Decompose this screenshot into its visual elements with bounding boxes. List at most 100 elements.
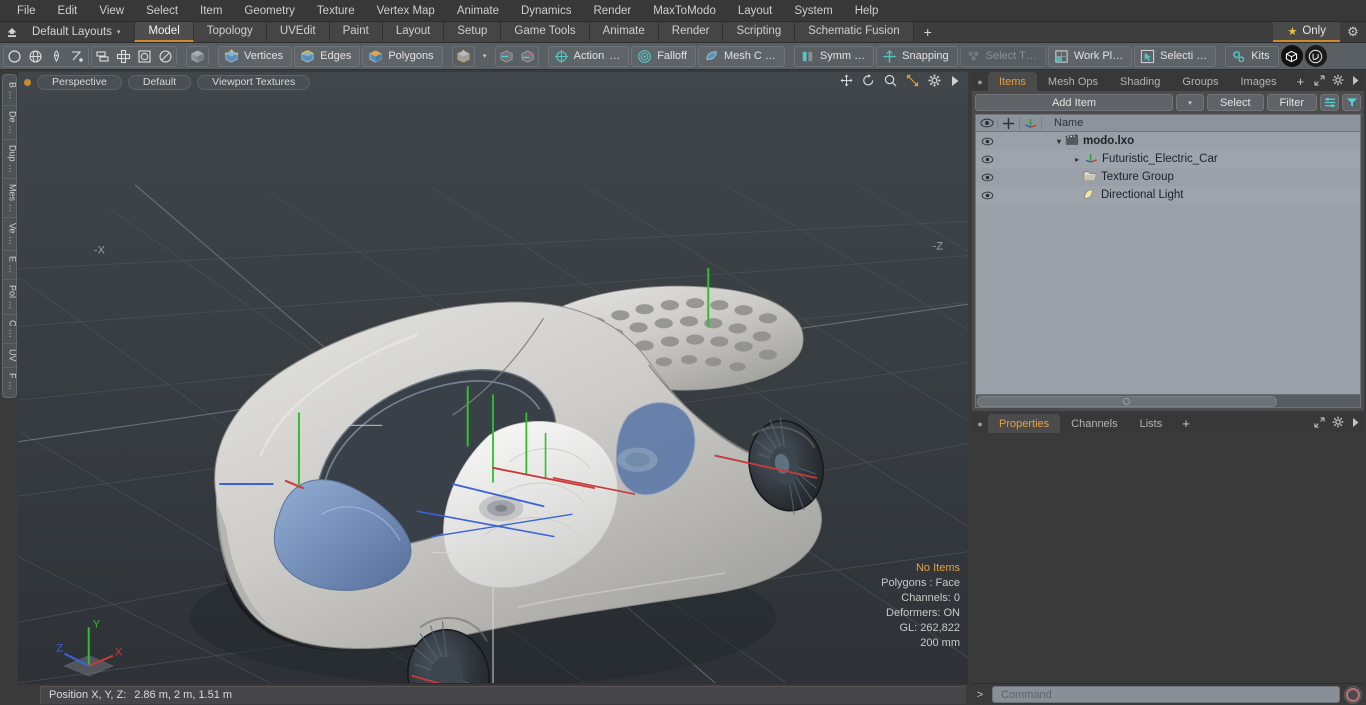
filter-button[interactable]: Filter: [1266, 94, 1317, 111]
globe-icon[interactable]: [25, 47, 46, 66]
table-row[interactable]: Directional Light: [976, 186, 1360, 204]
layout-preset-selector[interactable]: Default Layouts ▾: [24, 22, 128, 42]
select-through-button[interactable]: Select T…: [959, 45, 1046, 67]
menu-item-select[interactable]: Select: [135, 0, 189, 22]
eye-icon[interactable]: [976, 118, 998, 128]
gear-icon[interactable]: [1332, 416, 1344, 431]
only-toggle-button[interactable]: ★ Only: [1273, 22, 1340, 42]
symmetry-button[interactable]: Symm …: [793, 45, 875, 67]
table-row[interactable]: ▸ Futuristic_Electric_Car: [976, 150, 1360, 168]
selection-cube-icon[interactable]: [453, 47, 474, 66]
menu-item-layout[interactable]: Layout: [727, 0, 784, 22]
work-plane-button[interactable]: Work Pl…: [1047, 45, 1133, 67]
component-mode-polygons[interactable]: Polygons: [362, 45, 443, 67]
viewport-shading-selector[interactable]: Viewport Textures: [197, 74, 311, 90]
rail-tab-curve[interactable]: C …: [2, 315, 18, 345]
square-circle-icon[interactable]: [134, 47, 155, 66]
kits-button[interactable]: Kits: [1225, 45, 1279, 67]
item-list-horizontal-scrollbar[interactable]: [976, 394, 1360, 407]
layout-settings-gear-icon[interactable]: ⚙: [1340, 22, 1366, 42]
menu-item-file[interactable]: File: [6, 0, 47, 22]
tab-mesh-ops[interactable]: Mesh Ops: [1037, 72, 1109, 91]
tab-shading[interactable]: Shading: [1109, 72, 1171, 91]
perspective-viewport[interactable]: -X -Z Y X Z No Items Polygons: Face Cha…: [18, 92, 968, 683]
tab-render[interactable]: Render: [658, 22, 724, 42]
tab-game-tools[interactable]: Game Tools: [501, 22, 590, 42]
circle-icon[interactable]: [4, 47, 25, 66]
move-icon[interactable]: [840, 74, 853, 90]
tab-scripting[interactable]: Scripting: [723, 22, 796, 42]
rotate-icon[interactable]: [862, 74, 875, 90]
item-cube-icon[interactable]: [187, 47, 208, 66]
properties-menu-dot-icon[interactable]: ●: [972, 414, 988, 433]
menu-item-texture[interactable]: Texture: [306, 0, 366, 22]
tab-channels[interactable]: Channels: [1060, 414, 1128, 433]
rail-tab-vertex[interactable]: Ve …: [2, 218, 18, 252]
add-panel-tab-button[interactable]: +: [1288, 72, 1314, 91]
gear-icon[interactable]: [1332, 74, 1344, 89]
falloff-button[interactable]: Falloff: [631, 45, 696, 67]
row-visibility-toggle[interactable]: [976, 173, 998, 182]
add-item-dropdown-icon[interactable]: ▾: [1175, 94, 1204, 111]
menu-item-render[interactable]: Render: [582, 0, 642, 22]
mesh-constraint-button[interactable]: Mesh C …: [697, 45, 785, 67]
selection-set-button[interactable]: Selecti …: [1134, 45, 1217, 67]
menu-item-edit[interactable]: Edit: [47, 0, 89, 22]
home-up-icon[interactable]: [0, 22, 24, 42]
ellipse-icon[interactable]: [155, 47, 176, 66]
add-item-button[interactable]: Add Item: [975, 94, 1173, 111]
component-mode-edges[interactable]: Edges: [294, 45, 361, 67]
action-center-button[interactable]: Action …: [547, 45, 630, 67]
zoom-icon[interactable]: [884, 74, 897, 90]
curve-icon[interactable]: [67, 47, 88, 66]
axis-icon[interactable]: [1020, 116, 1042, 130]
rail-tab-basic[interactable]: B …: [2, 77, 18, 106]
viewport-projection-selector[interactable]: Perspective: [37, 74, 122, 90]
expand-icon[interactable]: [1314, 74, 1325, 89]
menu-item-help[interactable]: Help: [844, 0, 890, 22]
rail-tab-polygon[interactable]: Pol …: [2, 280, 18, 316]
rail-tab-uv[interactable]: UV: [2, 344, 18, 368]
select-button[interactable]: Select: [1206, 94, 1264, 111]
rail-tab-duplicate[interactable]: Dup …: [2, 140, 18, 179]
tab-uvedit[interactable]: UVEdit: [266, 22, 330, 42]
unreal-icon[interactable]: [1304, 45, 1327, 67]
tab-images[interactable]: Images: [1230, 72, 1288, 91]
pen-icon[interactable]: [46, 47, 67, 66]
tab-model[interactable]: Model: [134, 22, 194, 42]
play-icon[interactable]: [1351, 417, 1360, 431]
tab-items[interactable]: Items: [988, 72, 1037, 91]
chevron-down-icon[interactable]: ▾: [1057, 137, 1061, 146]
play-icon[interactable]: [1351, 75, 1360, 89]
tab-paint[interactable]: Paint: [329, 22, 383, 42]
menu-item-item[interactable]: Item: [189, 0, 233, 22]
viewport-style-selector[interactable]: Default: [127, 74, 192, 90]
fit-icon[interactable]: [906, 74, 919, 90]
list-options-icon[interactable]: [1320, 94, 1339, 111]
menu-item-dynamics[interactable]: Dynamics: [510, 0, 582, 22]
menu-item-geometry[interactable]: Geometry: [233, 0, 306, 22]
menu-item-system[interactable]: System: [783, 0, 843, 22]
tab-lists[interactable]: Lists: [1129, 414, 1174, 433]
gear-icon[interactable]: [928, 74, 941, 90]
row-visibility-toggle[interactable]: [976, 137, 998, 146]
tab-setup[interactable]: Setup: [444, 22, 502, 42]
panel-menu-dot-icon[interactable]: ●: [972, 72, 988, 91]
rail-tab-mesh-edit[interactable]: Mes …: [2, 179, 18, 219]
row-visibility-toggle[interactable]: [976, 155, 998, 164]
menu-item-view[interactable]: View: [88, 0, 135, 22]
rail-tab-deform[interactable]: De …: [2, 106, 18, 140]
snapping-button[interactable]: Snapping: [876, 45, 958, 67]
menu-item-vertex-map[interactable]: Vertex Map: [366, 0, 446, 22]
row-visibility-toggle[interactable]: [976, 191, 998, 200]
selection-cube-dropdown[interactable]: ▾: [477, 47, 493, 66]
add-tab-button[interactable]: +: [914, 22, 942, 42]
snap-edge-icon[interactable]: [517, 47, 538, 66]
command-input[interactable]: Command: [992, 686, 1340, 703]
tab-properties[interactable]: Properties: [988, 414, 1061, 433]
scrollbar-thumb[interactable]: [977, 395, 1277, 407]
expand-icon[interactable]: [1314, 416, 1325, 431]
funnel-icon[interactable]: [1342, 94, 1361, 111]
tab-animate[interactable]: Animate: [589, 22, 659, 42]
menu-item-animate[interactable]: Animate: [446, 0, 510, 22]
